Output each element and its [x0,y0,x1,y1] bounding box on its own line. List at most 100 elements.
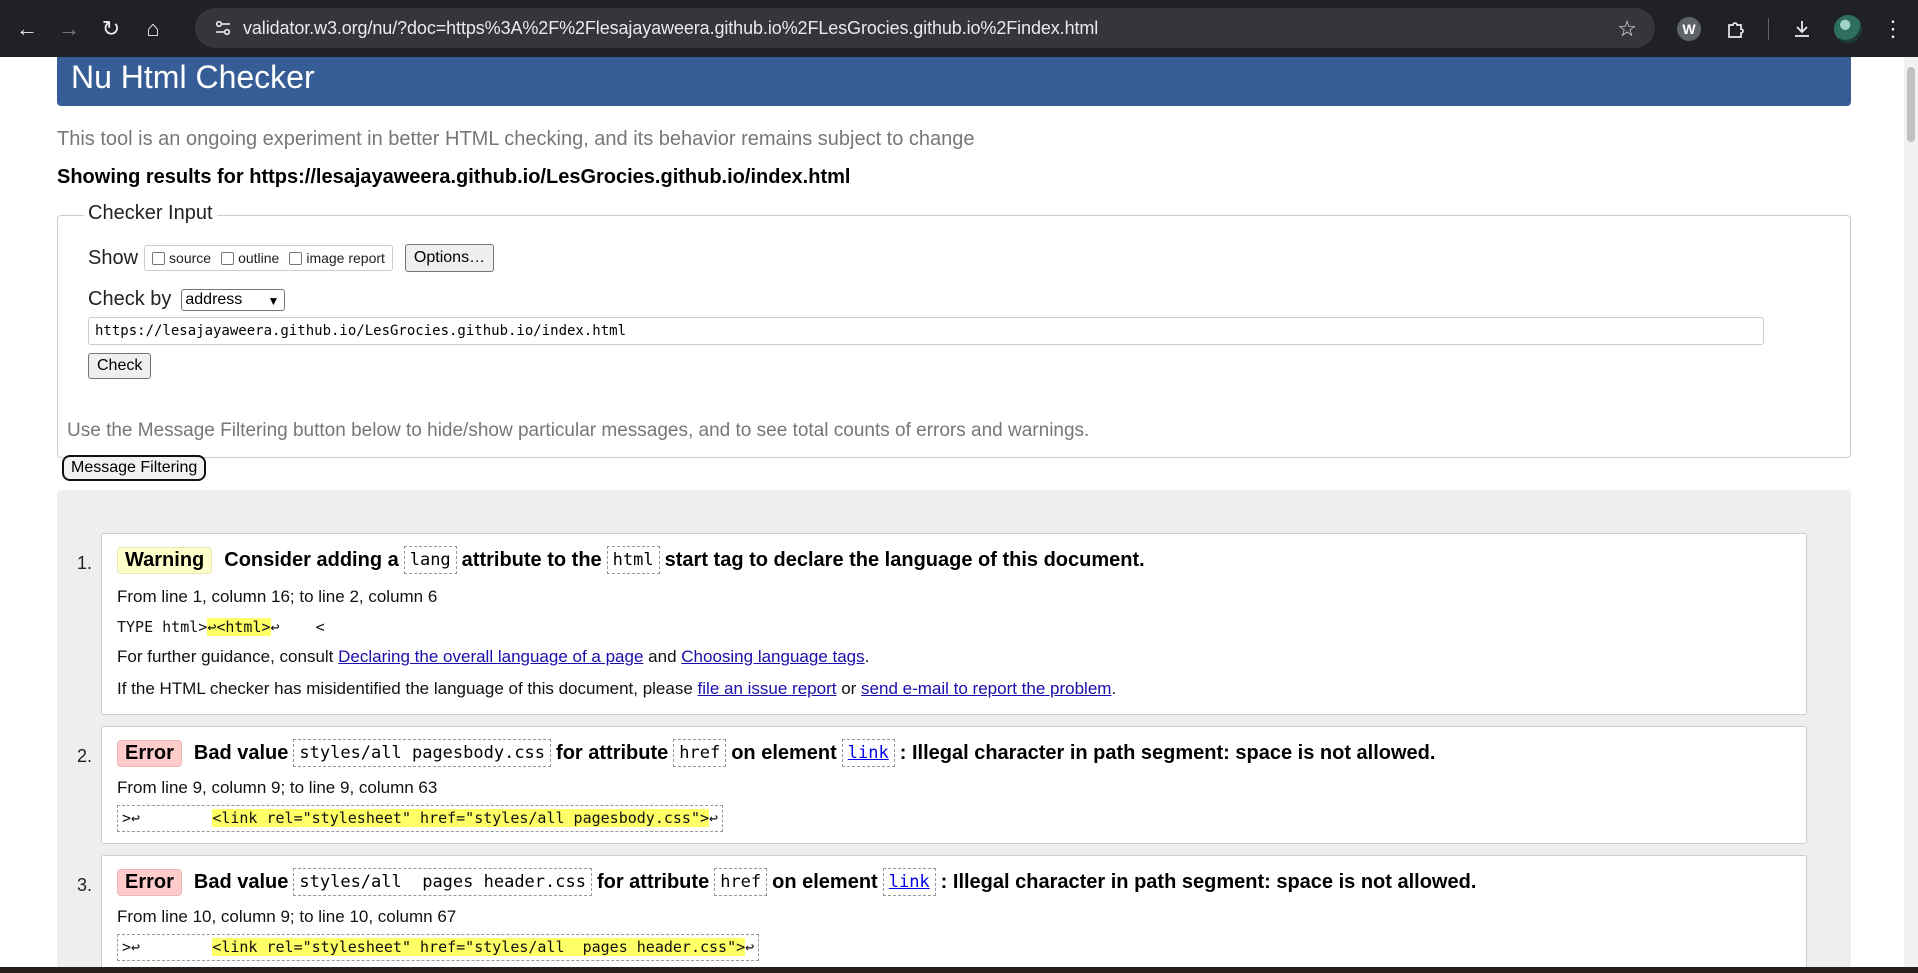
validator-page: Nu Html Checker This tool is an ongoing … [0,57,1904,967]
back-arrow-icon[interactable]: ← [8,10,46,48]
code-token: lang [403,546,457,574]
message-part: for attribute [556,741,669,764]
message-filtering-button[interactable]: Message Filtering [62,455,207,481]
image-report-checkbox[interactable] [289,251,303,265]
extract-after: ↩ [709,809,719,827]
message-item: 3. Error Bad value styles/all pages head… [77,855,1807,967]
guidance-prefix: For further guidance, consult [117,647,334,666]
error-badge: Error [117,868,182,896]
message-text: Error Bad value styles/all pages header.… [117,868,1476,896]
message-part: on element [772,870,878,893]
message-text: Warning Consider adding a lang attribute… [117,546,1145,574]
browser-toolbar: ← → ↻ ⌂ validator.w3.org/nu/?doc=https%3… [0,0,1918,57]
download-icon[interactable] [1787,14,1817,44]
message-part: : Illegal character in path segment: spa… [940,870,1477,893]
message-item: 1. Warning Consider adding a lang attrib… [77,533,1807,715]
extract-before: TYPE html> [117,618,208,636]
address-bar[interactable]: validator.w3.org/nu/?doc=https%3A%2F%2Fl… [195,8,1655,48]
guidance-text: For further guidance, consult Declaring … [117,647,869,667]
source-checkbox[interactable] [152,251,166,265]
results-heading: Showing results for https://lesajayaweer… [57,166,851,188]
misid-prefix: If the HTML checker has misidentified th… [117,679,693,698]
profile-avatar-icon[interactable] [1833,14,1863,44]
message-part: for attribute [596,870,710,893]
home-icon[interactable]: ⌂ [134,10,172,48]
message-text: Error Bad value styles/all pagesbody.css… [117,739,1435,767]
forward-arrow-icon[interactable]: → [50,10,88,48]
declaring-language-link[interactable]: Declaring the overall language of a page [338,647,643,666]
misid-end: . [1111,679,1117,698]
code-token: html [606,546,660,574]
message-part: start tag to declare the language of thi… [664,548,1145,571]
toolbar-separator [1768,18,1769,40]
chevron-down-icon: ▼ [267,293,280,308]
misid-or: or [841,679,857,698]
message-part: Consider adding a [224,548,399,571]
error-badge: Error [117,739,182,767]
link-element-link[interactable]: link [841,739,895,767]
code-extract: TYPE html>↩<html>↩ < [117,618,325,636]
guidance-and: and [648,647,677,666]
source-label: source [169,250,212,266]
code-token: styles/all pagesbody.css [293,739,552,767]
message-number: 1. [77,553,93,573]
outline-checkbox[interactable] [221,251,235,265]
message-item: 2. Error Bad value styles/all pagesbody.… [77,726,1807,844]
check-button[interactable]: Check [88,353,152,379]
guidance-end: . [864,647,870,666]
code-token: href [714,868,768,896]
file-issue-report-link[interactable]: file an issue report [698,679,837,698]
bookmark-star-icon[interactable]: ☆ [1617,16,1637,42]
code-token: styles/all pages header.css [293,868,592,896]
checker-input-legend: Checker Input [84,202,217,225]
check-by-select[interactable]: address ▼ [181,288,286,311]
send-email-link[interactable]: send e-mail to report the problem [861,679,1111,698]
show-options-row: Show source outline image report Options… [88,244,495,272]
check-by-label: Check by [88,288,172,310]
page-scrollbar[interactable] [1904,57,1918,967]
site-info-icon[interactable] [203,18,243,38]
show-label: Show [88,246,139,269]
tagline: This tool is an ongoing experiment in be… [57,128,975,150]
extract-before: >↩ [122,809,213,827]
extensions-puzzle-icon[interactable] [1721,14,1751,44]
kebab-menu-icon[interactable]: ⋮ [1878,14,1908,44]
options-button[interactable]: Options… [404,244,495,272]
message-part: : Illegal character in path segment: spa… [899,741,1436,764]
reload-icon[interactable]: ↻ [92,10,130,48]
code-extract: >↩ <link rel="stylesheet" href="styles/a… [117,805,724,832]
show-source-option[interactable]: source [150,250,211,266]
show-image-report-option[interactable]: image report [287,250,385,266]
address-bar-url[interactable]: validator.w3.org/nu/?doc=https%3A%2F%2Fl… [243,18,1098,39]
code-extract: >↩ <link rel="stylesheet" href="styles/a… [117,934,760,961]
check-by-row: Check by address ▼ [88,288,286,311]
extract-highlight: <link rel="stylesheet" href="styles/all … [212,938,746,956]
extension-w-icon[interactable]: W [1674,14,1704,44]
message-number: 2. [77,746,93,766]
message-location: From line 1, column 16; to line 2, colum… [117,587,438,606]
extract-highlight: ↩<html> [207,618,271,636]
show-options-group: source outline image report [144,245,393,271]
scrollbar-thumb[interactable] [1907,67,1915,142]
message-part: Bad value [193,741,289,764]
code-token: href [673,739,727,767]
message-location: From line 10, column 9; to line 10, colu… [117,907,457,926]
show-outline-option[interactable]: outline [219,250,279,266]
results-panel: 1. Warning Consider adding a lang attrib… [57,490,1851,967]
message-part: Bad value [193,870,289,893]
extension-w-letter: W [1677,17,1701,41]
extract-highlight: <link rel="stylesheet" href="styles/all … [212,809,710,827]
message-part: attribute to the [461,548,602,571]
link-element-link[interactable]: link [882,868,936,896]
message-part: on element [731,741,837,764]
extract-before: >↩ [122,938,213,956]
message-number: 3. [77,875,93,895]
message-location: From line 9, column 9; to line 9, column… [117,778,438,797]
page-title: Nu Html Checker [57,57,1851,106]
choosing-language-tags-link[interactable]: Choosing language tags [681,647,864,666]
check-by-value: address [185,290,243,308]
bottom-edge [0,967,1918,973]
extract-after: ↩ < [270,618,325,636]
warning-badge: Warning [117,546,213,574]
url-input[interactable]: https://lesajayaweera.github.io/LesGroci… [88,317,1764,345]
